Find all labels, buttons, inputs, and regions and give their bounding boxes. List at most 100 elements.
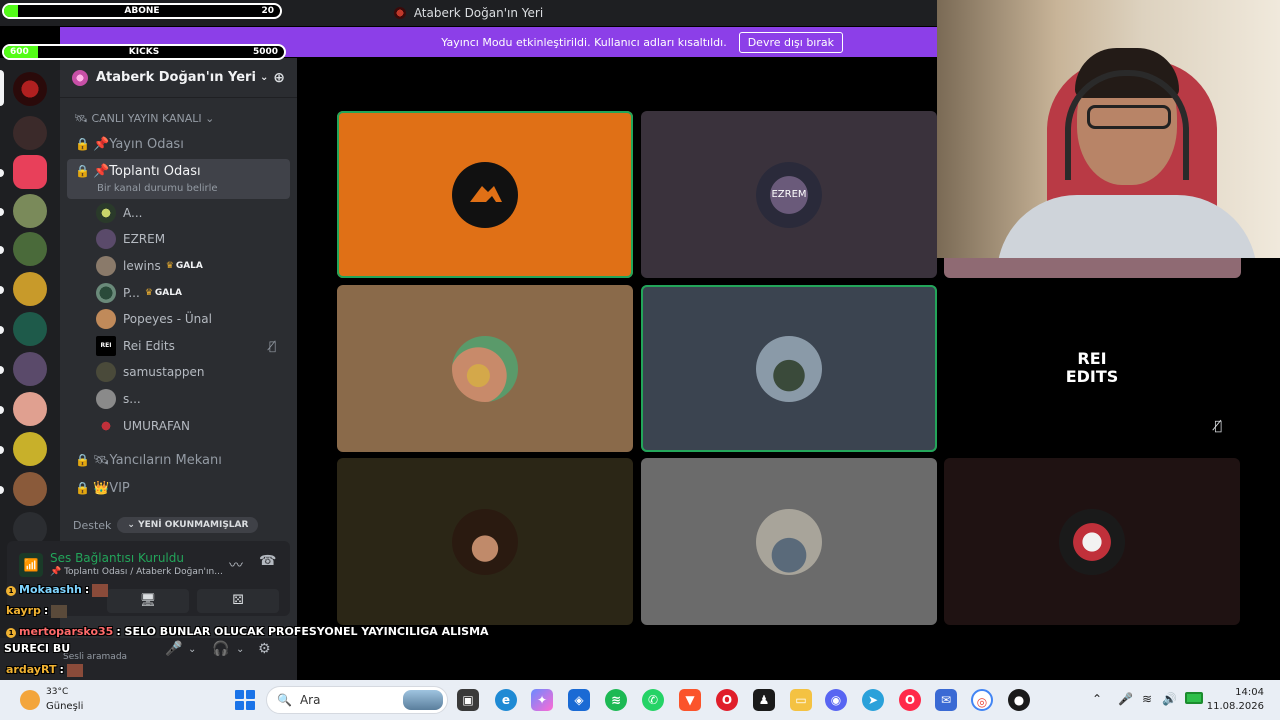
chat-user: Mokaashh [19, 583, 82, 596]
whatsapp-icon[interactable]: ✆ [642, 689, 664, 711]
microphone-icon[interactable]: 🎤 [165, 641, 182, 657]
app-icon-1[interactable]: ◈ [568, 689, 590, 711]
clock[interactable]: 14:04 11.08.2026 [1207, 686, 1264, 714]
lock-icon: 🔒 [75, 481, 90, 495]
user-name: lewins [123, 259, 161, 273]
server-header[interactable]: Ataberk Doğan'ın Yeri ⌄ ⊕ [60, 58, 297, 98]
obs-icon[interactable]: ● [1008, 689, 1030, 711]
search-highlight-image [403, 690, 443, 710]
taskbar: 33°C Güneşli 🔍 Ara ▣ e ✦ ◈ ≋ ✆ ▼ O ♟ ▭ ◉… [0, 680, 1280, 720]
abone-label: ABONE [124, 6, 160, 16]
noise-suppression-icon[interactable]: 〰 [229, 555, 243, 575]
clock-time: 14:04 [1235, 687, 1264, 698]
voice-user[interactable]: UMURAFAN [96, 414, 190, 438]
volume-icon[interactable]: 🔊 [1162, 692, 1177, 706]
tile-ataberk[interactable] [337, 111, 633, 278]
server-icon-6[interactable] [13, 272, 47, 306]
server-icon-5[interactable] [13, 232, 47, 266]
tile-umurafan[interactable] [337, 458, 633, 625]
channel-status[interactable]: Bir kanal durumu belirle [97, 183, 218, 194]
file-explorer-icon[interactable]: ▭ [790, 689, 812, 711]
avatar [96, 203, 116, 223]
mic-muted-icon: 🎙̸ [1214, 419, 1222, 434]
role-tag: GALA [145, 288, 182, 298]
new-unreads-button[interactable]: ⌄ YENİ OKUNMAMIŞLAR [117, 517, 259, 533]
server-icon-9[interactable] [13, 392, 47, 426]
taskbar-search[interactable]: 🔍 Ara [266, 686, 448, 714]
settings-gear-icon[interactable]: ⚙ [258, 641, 271, 657]
category-live[interactable]: 🛰 CANLI YAYIN KANALI ⌄ [74, 112, 214, 125]
voice-user[interactable]: samustappen [96, 360, 204, 384]
tile-popeyes[interactable] [337, 285, 633, 452]
user-name: EZREM [123, 232, 166, 246]
voice-user[interactable]: EZREM [96, 227, 165, 251]
server-icon-7[interactable] [13, 312, 47, 346]
opera-icon[interactable]: O [716, 689, 738, 711]
disable-streamer-mode-button[interactable]: Devre dışı bırak [738, 31, 843, 53]
invite-people-icon[interactable]: ⊕ [273, 70, 285, 86]
server-icon-8[interactable] [13, 352, 47, 386]
voice-user[interactable]: lewins GALA [96, 254, 203, 278]
voice-user[interactable]: P... GALA [96, 281, 182, 305]
kicks-label: KICKS [128, 47, 160, 57]
chrome-icon[interactable]: ◎ [971, 689, 993, 711]
voice-user[interactable]: Popeyes - Ünal [96, 307, 212, 331]
voice-user[interactable]: A... [96, 201, 142, 225]
user-name: A... [123, 206, 143, 220]
signal-icon[interactable]: 📶 [19, 553, 43, 577]
discord-icon[interactable]: ◉ [825, 689, 847, 711]
chat-user: ardayRT [6, 663, 57, 676]
server-icon-2[interactable] [13, 116, 47, 150]
server-icon-11[interactable] [13, 472, 47, 506]
show-hidden-icons-icon[interactable]: ⌃ [1092, 692, 1102, 706]
edge-icon[interactable]: e [495, 689, 517, 711]
game-icon[interactable]: ♟ [753, 689, 775, 711]
channel-toplanti-odasi[interactable]: 🔒 📌 Toplantı Odası Bir kanal durumu beli… [67, 159, 290, 199]
screen-share-button[interactable]: 🖥 [107, 589, 189, 613]
avatar: REI EDITS [1059, 335, 1125, 402]
activities-button[interactable]: ⚄ [197, 589, 279, 613]
channel-yayin-odasi[interactable]: 🔒 📌 Yayın Odası [67, 131, 290, 157]
window-title: Ataberk Doğan'ın Yeri [413, 6, 544, 20]
brave-icon[interactable]: ▼ [679, 689, 701, 711]
headphones-icon[interactable]: 🎧 [212, 641, 229, 657]
tile-lewins[interactable] [641, 458, 937, 625]
copilot-icon[interactable]: ✦ [531, 689, 553, 711]
chat-user: mertoparsko35 [19, 625, 114, 638]
microphone-icon[interactable]: 🎤 [1118, 692, 1133, 706]
server-icon-3[interactable] [13, 155, 47, 189]
tile-samustappen[interactable] [641, 285, 937, 452]
tile-placeholder[interactable] [944, 258, 1241, 278]
windows-start-icon[interactable] [235, 690, 255, 710]
avatar [96, 283, 116, 303]
tile-rei-edits[interactable]: REI EDITS 🎙̸ [944, 285, 1240, 452]
channel-vip[interactable]: 🔒 👑 VIP [67, 475, 290, 501]
server-icon-4[interactable] [13, 194, 47, 228]
wifi-icon[interactable]: ≋ [1142, 692, 1152, 706]
battery-icon[interactable] [1185, 692, 1203, 704]
avatar [96, 389, 116, 409]
chat-message: ardayRT: [6, 663, 83, 677]
weather-widget[interactable]: 33°C Güneşli [16, 684, 106, 716]
avatar [452, 508, 518, 575]
chevron-down-icon[interactable]: ⌄ [236, 644, 244, 655]
voice-user[interactable]: REI Rei Edits [96, 334, 175, 358]
opera-gx-icon[interactable]: O [899, 689, 921, 711]
server-icon-ataberk[interactable] [13, 72, 47, 106]
chevron-down-icon[interactable]: ⌄ [188, 644, 196, 655]
category-destek[interactable]: Destek [73, 519, 111, 532]
telegram-icon[interactable]: ➤ [862, 689, 884, 711]
weather-temp: 33°C [46, 687, 69, 697]
tile-s[interactable] [944, 458, 1240, 625]
voice-location[interactable]: 📌 Toplantı Odası / Ataberk Doğan'ın... [50, 567, 223, 577]
voice-status[interactable]: Ses Bağlantısı Kuruldu [50, 551, 184, 565]
task-view-icon[interactable]: ▣ [457, 689, 479, 711]
spotify-icon[interactable]: ≋ [605, 689, 627, 711]
voice-user[interactable]: s... [96, 387, 141, 411]
channel-yancilarin-mekani[interactable]: 🔒 🛰 Yancıların Mekanı [67, 447, 290, 473]
tile-ezrem[interactable]: EZREM [641, 111, 937, 278]
outlook-icon[interactable]: ✉ [935, 689, 957, 711]
server-icon-10[interactable] [13, 432, 47, 466]
user-name: Rei Edits [123, 339, 175, 353]
disconnect-icon[interactable]: ☎ [259, 553, 276, 569]
